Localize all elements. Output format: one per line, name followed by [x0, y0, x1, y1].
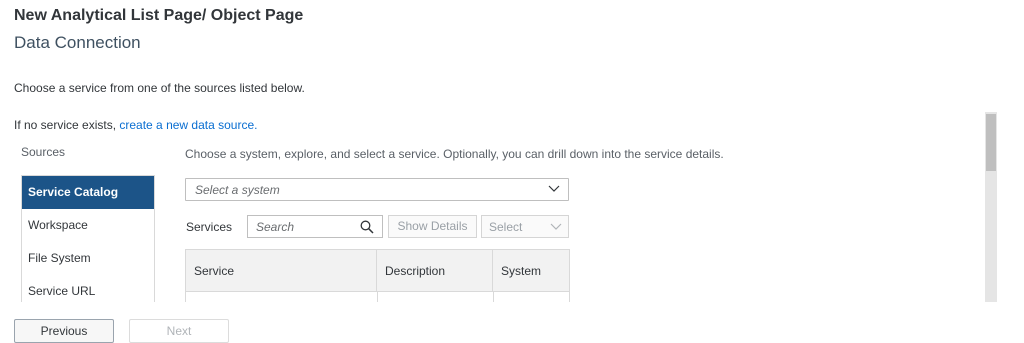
chevron-down-icon[interactable] [550, 220, 562, 232]
search-icon[interactable] [360, 220, 374, 234]
services-table: Service Description System [185, 249, 570, 303]
select-dropdown-label: Select [489, 220, 523, 234]
search-placeholder: Search [256, 220, 295, 234]
page-subtitle: Data Connection [14, 33, 141, 52]
column-header-description[interactable]: Description [377, 250, 493, 292]
source-item-service-catalog[interactable]: Service Catalog [22, 176, 154, 209]
no-service-label: If no service exists, [14, 118, 120, 132]
scrollbar-thumb[interactable] [986, 114, 996, 171]
page-header: New Analytical List Page/ Object Page Da… [0, 0, 1024, 64]
page-title: New Analytical List Page/ Object Page [14, 7, 304, 24]
vertical-scrollbar[interactable] [985, 112, 997, 302]
services-label: Services [186, 220, 233, 234]
system-select-placeholder: Select a system [195, 183, 280, 197]
source-item-file-system[interactable]: File System [22, 242, 154, 275]
footer-bar: Previous Next [0, 302, 1024, 343]
system-select[interactable]: Select a system [185, 178, 569, 201]
sources-label: Sources [21, 145, 66, 159]
previous-button[interactable]: Previous [14, 319, 114, 343]
sources-list: Service Catalog Workspace File System Se… [21, 175, 155, 302]
intro-text: Choose a service from one of the sources… [14, 81, 305, 95]
column-header-service[interactable]: Service [186, 250, 377, 292]
instruction-text: Choose a system, explore, and select a s… [185, 147, 724, 161]
select-dropdown[interactable]: Select [481, 215, 569, 238]
show-details-button[interactable]: Show Details [388, 215, 477, 238]
table-header: Service Description System [186, 250, 569, 292]
source-item-workspace[interactable]: Workspace [22, 209, 154, 242]
next-button[interactable]: Next [129, 319, 229, 343]
no-service-text: If no service exists, create a new data … [14, 118, 257, 132]
chevron-down-icon[interactable] [548, 182, 560, 194]
create-data-source-link[interactable]: create a new data source. [119, 118, 257, 132]
column-header-system[interactable]: System [493, 250, 569, 292]
search-input[interactable]: Search [247, 215, 383, 238]
